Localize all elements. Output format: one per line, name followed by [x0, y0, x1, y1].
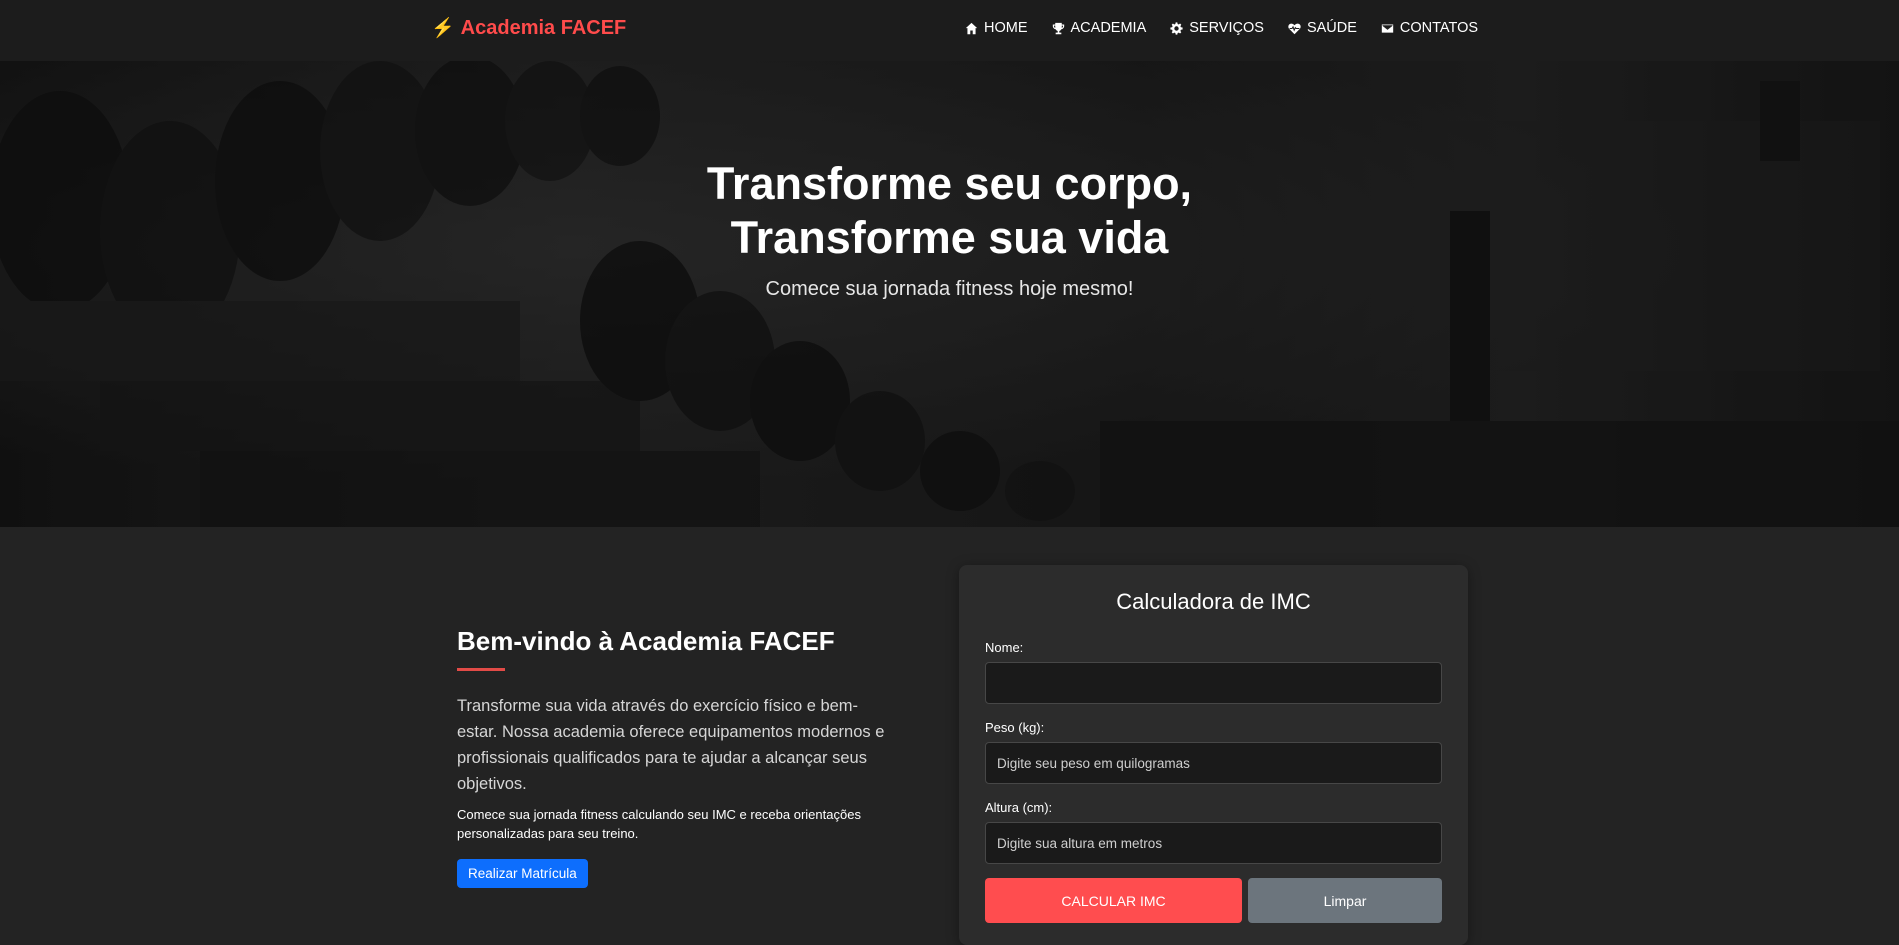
- main-nav: HOME ACADEMIA SERVIÇOS SAÚDE CONTATOS: [965, 20, 1502, 36]
- hero-title-line2: Transforme sua vida: [730, 212, 1169, 263]
- hero-title: Transforme seu corpo, Transforme sua vid…: [0, 157, 1899, 265]
- name-label: Nome:: [985, 640, 1024, 655]
- nav-item-label: ACADEMIA: [1070, 20, 1147, 36]
- nav-item-label: SAÚDE: [1306, 20, 1357, 36]
- heart-pulse-icon: [1288, 23, 1301, 34]
- nav-item-home[interactable]: HOME: [965, 20, 1028, 36]
- brand-name: Academia FACEF: [460, 16, 627, 39]
- weight-label: Peso (kg):: [985, 720, 1045, 735]
- navbar: ⚡ Academia FACEF HOME ACADEMIA SERVIÇOS …: [0, 0, 1899, 61]
- enroll-button[interactable]: Realizar Matrícula: [457, 859, 588, 888]
- brand-logo[interactable]: ⚡ Academia FACEF: [431, 16, 626, 40]
- weight-input[interactable]: [985, 742, 1442, 784]
- lightning-bolt-icon: ⚡: [431, 18, 455, 39]
- hero-subtitle: Comece sua jornada fitness hoje mesmo!: [765, 278, 1134, 300]
- title-underline: [457, 668, 505, 671]
- welcome-title: Bem-vindo à Academia FACEF: [457, 626, 835, 656]
- nav-item-label: HOME: [984, 20, 1028, 36]
- nav-item-saude[interactable]: SAÚDE: [1288, 20, 1357, 36]
- trophy-icon: [1052, 22, 1064, 34]
- name-input[interactable]: [985, 662, 1442, 704]
- gear-icon: [1170, 21, 1183, 35]
- nav-item-servicos[interactable]: SERVIÇOS: [1170, 20, 1264, 36]
- nav-item-academia[interactable]: ACADEMIA: [1052, 20, 1147, 36]
- home-icon: [965, 22, 978, 34]
- welcome-text: Transforme sua vida através do exercício…: [457, 697, 885, 793]
- height-input[interactable]: [985, 822, 1442, 864]
- hero-banner: Transforme seu corpo, Transforme sua vid…: [0, 61, 1899, 527]
- hero-title-line1: Transforme seu corpo,: [706, 158, 1193, 209]
- welcome-small-text: Comece sua jornada fitness calculando se…: [457, 807, 861, 841]
- envelope-icon: [1381, 23, 1394, 33]
- clear-button[interactable]: Limpar: [1248, 878, 1442, 923]
- welcome-section: Bem-vindo à Academia FACEF Transforme su…: [457, 624, 897, 888]
- imc-title: Calculadora de IMC: [1116, 589, 1311, 614]
- nav-item-label: SERVIÇOS: [1189, 20, 1264, 36]
- height-label: Altura (cm):: [985, 800, 1053, 815]
- nav-item-label: CONTATOS: [1399, 20, 1479, 36]
- nav-item-contatos[interactable]: CONTATOS: [1381, 20, 1478, 36]
- imc-calculator-card: Calculadora de IMC Nome: Peso (kg): Altu…: [959, 565, 1468, 945]
- calculate-imc-button[interactable]: CALCULAR IMC: [985, 878, 1242, 923]
